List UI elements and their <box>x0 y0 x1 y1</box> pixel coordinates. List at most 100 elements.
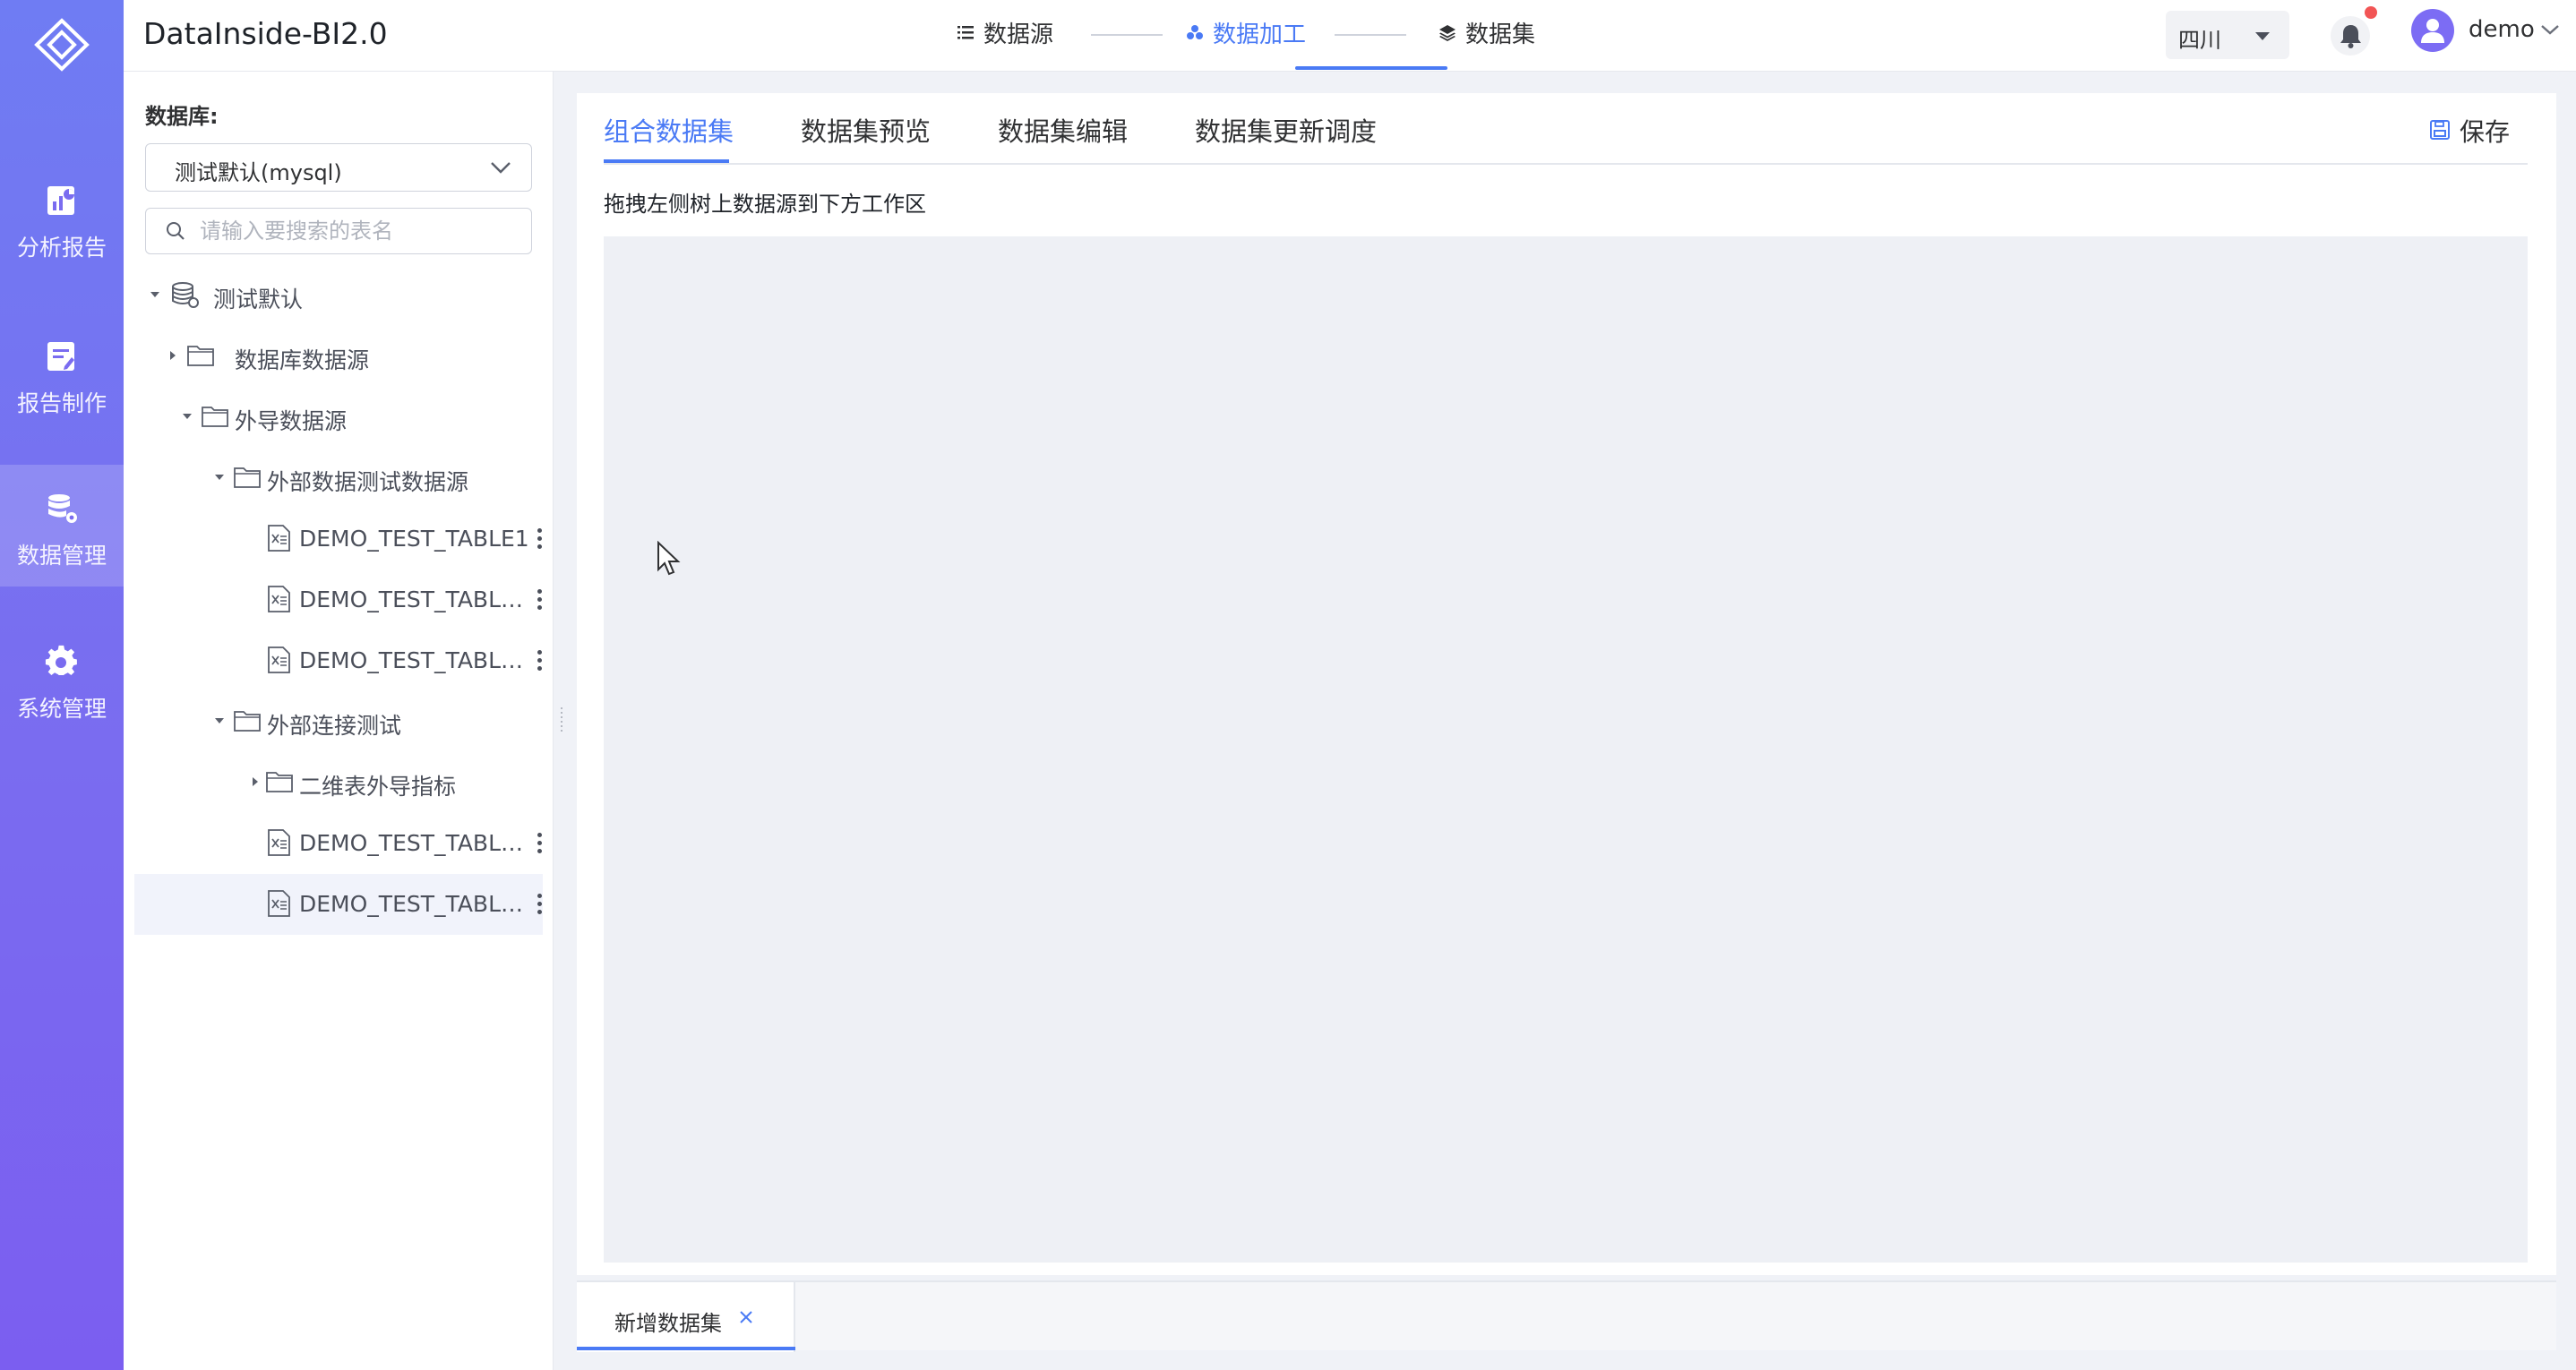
folder-icon <box>234 467 261 488</box>
close-icon[interactable] <box>738 1309 754 1325</box>
tree-node-label: 测试默认 <box>213 287 304 313</box>
tree-node-table[interactable]: DEMO_TEST_TABLE_... <box>134 874 543 935</box>
rail-item-analysis-report[interactable]: 分析报告 <box>0 157 124 278</box>
excel-file-icon <box>268 829 290 856</box>
more-vertical-icon[interactable] <box>537 833 543 854</box>
save-label: 保存 <box>2460 117 2511 147</box>
caret-down-icon <box>2255 32 2270 40</box>
avatar[interactable] <box>2411 9 2454 52</box>
database-label: 数据库: <box>145 104 219 129</box>
region-select[interactable]: 四川 <box>2166 11 2289 59</box>
step-connector <box>1335 34 1406 36</box>
notification-button[interactable] <box>2331 16 2370 56</box>
database-value: 测试默认(mysql) <box>175 160 342 185</box>
bell-icon <box>2340 25 2361 48</box>
tree-node-label: 外导数据源 <box>235 408 348 434</box>
tab-divider <box>604 163 2528 165</box>
tree-node-label: 数据库数据源 <box>235 347 370 373</box>
tree-node-folder[interactable]: 数据库数据源 <box>134 326 543 387</box>
tree-node-table[interactable]: DEMO_TEST_TABLE_... <box>134 569 543 630</box>
tree-node-database[interactable]: 测试默认 <box>134 265 543 326</box>
layers-icon <box>1439 25 1455 41</box>
region-value: 四川 <box>2178 28 2221 53</box>
rail-label: 报告制作 <box>16 390 107 416</box>
tab-combined-dataset[interactable]: 组合数据集 <box>604 111 734 149</box>
tab-dataset-preview[interactable]: 数据集预览 <box>801 111 931 149</box>
list-icon <box>957 26 974 39</box>
step-label: 数据集 <box>1465 21 1536 48</box>
caret-down-icon[interactable] <box>150 292 159 297</box>
folder-icon <box>187 346 214 366</box>
drop-work-area[interactable] <box>604 236 2528 1263</box>
notification-badge <box>2365 6 2377 19</box>
step-connector <box>1091 34 1163 36</box>
tree-node-label: DEMO_TEST_TABLE_... <box>299 830 534 856</box>
tree-node-label: 二维表外导指标 <box>299 774 457 800</box>
cluster-icon <box>1187 25 1203 39</box>
tree-node-table[interactable]: DEMO_TEST_TABLE1 <box>134 509 543 569</box>
tree-node-folder[interactable]: 外部数据测试数据源 <box>134 448 543 509</box>
folder-icon <box>202 407 228 427</box>
tab-dataset-edit[interactable]: 数据集编辑 <box>998 111 1128 149</box>
rail-item-system-management[interactable]: 系统管理 <box>0 618 124 740</box>
caret-right-icon[interactable] <box>170 351 176 360</box>
more-vertical-icon[interactable] <box>537 650 543 672</box>
tree-node-folder[interactable]: 外导数据源 <box>134 387 543 448</box>
search-icon <box>167 222 185 240</box>
rail-item-report-edit[interactable]: 报告制作 <box>0 313 124 434</box>
user-name[interactable]: demo <box>2469 16 2535 43</box>
database-icon <box>172 282 199 308</box>
panel-resize-handle[interactable] <box>561 707 570 732</box>
tree-node-folder[interactable]: 二维表外导指标 <box>134 752 543 813</box>
excel-file-icon <box>268 525 290 552</box>
gear-icon <box>45 645 77 676</box>
tree-node-table[interactable]: DEMO_TEST_TABLE_... <box>134 630 543 691</box>
top-bar: DataInside-BI2.0 数据源 数据加工 数据集 四川 demo <box>124 0 2576 72</box>
dataset-tab[interactable]: 新增数据集 <box>577 1282 795 1352</box>
tree-node-label: DEMO_TEST_TABLE1 <box>299 526 529 552</box>
datasource-panel: 数据库: 测试默认(mysql) 测试默认 数据库数据源 <box>124 72 554 1370</box>
caret-down-icon[interactable] <box>215 718 224 724</box>
app-title: DataInside-BI2.0 <box>143 16 388 51</box>
chevron-down-icon <box>491 162 511 174</box>
rail-item-data-management[interactable]: 数据管理 <box>0 465 124 587</box>
rail-label: 数据管理 <box>16 543 107 569</box>
caret-down-icon[interactable] <box>215 475 224 480</box>
rail-label: 分析报告 <box>16 235 107 261</box>
excel-file-icon <box>268 890 290 917</box>
chevron-down-icon[interactable] <box>2540 23 2560 36</box>
step-label: 数据源 <box>983 21 1054 48</box>
table-search <box>145 208 532 254</box>
rail-label: 系统管理 <box>16 696 107 722</box>
caret-right-icon[interactable] <box>253 777 258 786</box>
more-vertical-icon[interactable] <box>537 589 543 611</box>
more-vertical-icon[interactable] <box>537 894 543 915</box>
folder-icon <box>234 711 261 732</box>
tree-node-label: DEMO_TEST_TABLE_... <box>299 587 534 612</box>
active-tab-indicator <box>604 159 729 163</box>
search-input[interactable] <box>200 216 522 246</box>
tree-node-label: 外部连接测试 <box>267 713 402 739</box>
save-icon <box>2430 120 2450 140</box>
report-edit-icon <box>47 342 74 371</box>
excel-file-icon <box>268 646 290 673</box>
user-icon <box>2421 19 2444 43</box>
tree-node-folder[interactable]: 外部连接测试 <box>134 691 543 752</box>
tree-node-label: DEMO_TEST_TABLE_... <box>299 647 534 673</box>
folder-icon <box>266 772 293 792</box>
tree-node-label: 外部数据测试数据源 <box>267 469 469 495</box>
analysis-report-icon <box>47 186 74 215</box>
workspace-hint: 拖拽左侧树上数据源到下方工作区 <box>604 192 926 217</box>
caret-down-icon[interactable] <box>183 414 192 419</box>
dataset-workspace: 组合数据集 数据集预览 数据集编辑 数据集更新调度 保存 拖拽左侧树上数据源到下… <box>577 93 2556 1275</box>
tab-dataset-schedule[interactable]: 数据集更新调度 <box>1195 111 1377 149</box>
left-rail: 分析报告 报告制作 数据管理 系统管理 <box>0 0 124 1370</box>
app-logo-icon[interactable] <box>31 17 92 73</box>
excel-file-icon <box>268 586 290 612</box>
mouse-cursor-icon <box>657 541 681 576</box>
more-vertical-icon[interactable] <box>537 528 543 550</box>
tree-node-table[interactable]: DEMO_TEST_TABLE_... <box>134 813 543 874</box>
step-label: 数据加工 <box>1213 21 1307 48</box>
database-select[interactable]: 测试默认(mysql) <box>145 143 532 192</box>
dataset-tab-bar: 新增数据集 <box>577 1280 2556 1352</box>
